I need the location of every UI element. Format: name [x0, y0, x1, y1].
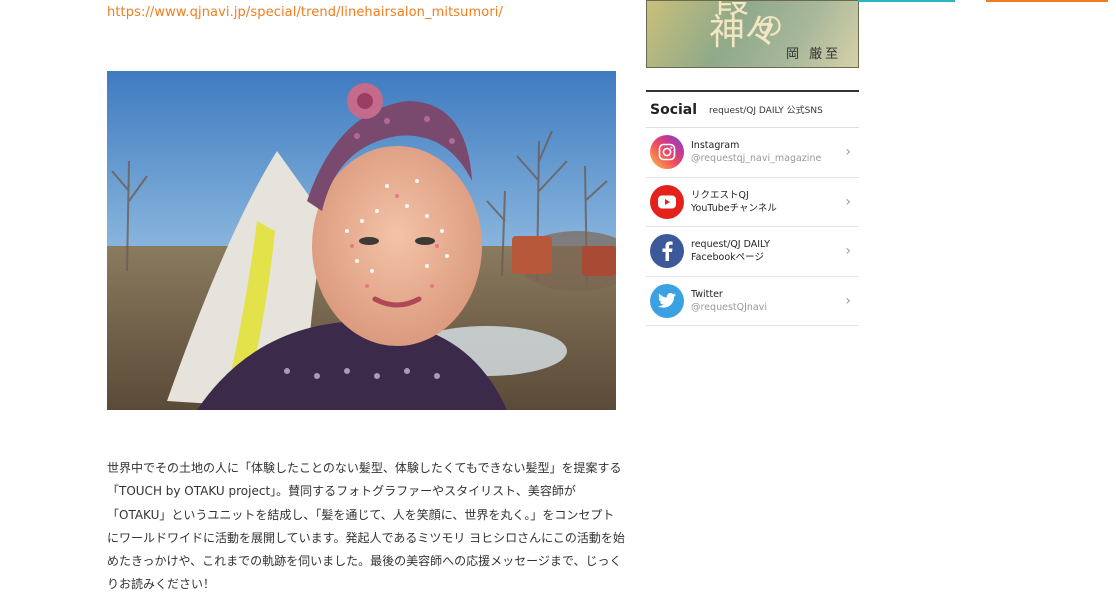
social-item-label: Twitter: [691, 288, 723, 300]
instagram-icon: [650, 135, 684, 170]
article-source-link[interactable]: https://www.qjnavi.jp/special/trend/line…: [107, 5, 503, 20]
paragraph-line: にワールドワイドに活動を展開しています。発起人であるミツモリ ヨヒシロさんにこの…: [107, 530, 625, 545]
book-banner-ad[interactable]: 葭 神々 の 岡 厳至: [646, 0, 859, 68]
social-links-panel: Social request/QJ DAILY 公式SNS Instagram …: [646, 90, 859, 326]
social-header: Social request/QJ DAILY 公式SNS: [646, 92, 859, 128]
paragraph-line: 「OTAKU」というユニットを結成し、「髪を通じて、人を笑顔に、世界を丸く。」を…: [107, 507, 615, 522]
social-item-twitter[interactable]: Twitter @requestQJnavi ›: [646, 277, 859, 326]
chevron-right-icon: ›: [845, 292, 851, 309]
facebook-icon: [650, 234, 684, 269]
paragraph-line: めたきっかけや、これまでの軌跡を伺いました。最後の美容師への応援メッセージまで、…: [107, 554, 622, 569]
paragraph-line: 世界中でその土地の人に「体験したことのない髪型、体験したくてもできない髪型」を提…: [107, 461, 622, 475]
youtube-icon: [650, 184, 684, 219]
chevron-right-icon: ›: [845, 243, 851, 260]
social-item-instagram[interactable]: Instagram @requestqj_navi_magazine ›: [646, 128, 859, 178]
social-item-handle: Facebookページ: [691, 252, 764, 264]
social-item-handle: @requestqj_navi_magazine: [691, 153, 822, 165]
social-item-label: リクエストQJ: [691, 189, 749, 201]
social-item-youtube[interactable]: リクエストQJ YouTubeチャンネル ›: [646, 178, 859, 227]
social-title: Social: [650, 101, 698, 118]
paragraph-line: 「TOUCH by OTAKU project」。賛同するフォトグラファーやスタ…: [107, 484, 576, 499]
social-item-facebook[interactable]: request/QJ DAILY Facebookページ ›: [646, 227, 859, 277]
chevron-right-icon: ›: [845, 144, 851, 161]
article-intro-paragraph: 世界中でその土地の人に「体験したことのない髪型、体験したくてもできない髪型」を提…: [107, 457, 625, 597]
twitter-icon: [650, 283, 684, 318]
social-item-label: request/QJ DAILY: [691, 239, 770, 251]
header-accent-teal: [858, 0, 955, 2]
banner-author: 岡 厳至: [786, 47, 842, 62]
header-accent-orange: [986, 0, 1108, 2]
social-subtitle: request/QJ DAILY 公式SNS: [709, 106, 823, 116]
social-item-handle: @requestQJnavi: [691, 301, 767, 313]
social-item-handle: YouTubeチャンネル: [691, 202, 777, 214]
chevron-right-icon: ›: [845, 193, 851, 210]
social-item-label: Instagram: [691, 140, 740, 152]
paragraph-line: りお読みください！: [107, 577, 216, 592]
banner-kanji-no: の: [757, 12, 783, 42]
article-hero-photo: [107, 71, 616, 410]
